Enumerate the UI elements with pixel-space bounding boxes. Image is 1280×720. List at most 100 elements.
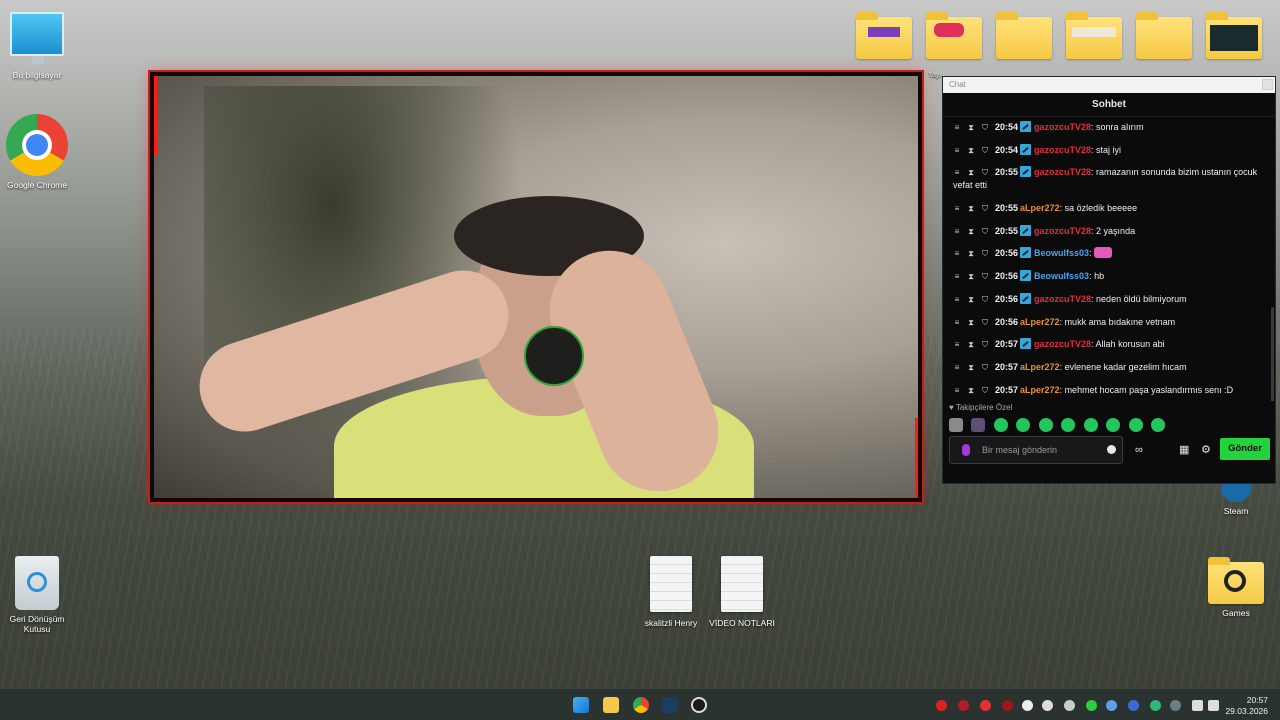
folder-icon[interactable] <box>856 12 912 59</box>
chat-message-list[interactable]: ≡ ⧗ ⛉ 20:54 gazozcuTV28: sonra alırım ≡ ⧗ ⛉ 20:5… <box>943 117 1275 401</box>
gear-icon[interactable]: ⚙ <box>1201 444 1211 456</box>
desktop-icon-chrome[interactable]: Google Chrome <box>0 114 74 190</box>
delete-icon[interactable]: ≡ <box>953 316 961 327</box>
steam-icon[interactable] <box>662 697 678 713</box>
message-username[interactable]: Beowulfss03 <box>1034 271 1089 281</box>
tray-app-icon[interactable] <box>1150 700 1161 711</box>
desktop-icon-recycle-bin[interactable]: Geri Dönüşüm Kutusu <box>0 556 74 634</box>
tray-app-icon[interactable] <box>958 700 969 711</box>
delete-icon[interactable]: ≡ <box>953 121 961 132</box>
folder-icon[interactable] <box>1136 12 1192 59</box>
ban-icon[interactable]: ⛉ <box>981 338 989 349</box>
emote-icon[interactable] <box>1038 417 1053 432</box>
delete-icon[interactable]: ≡ <box>953 225 961 236</box>
message-username[interactable]: aLper272 <box>1020 362 1060 372</box>
folder-icon[interactable] <box>926 12 982 59</box>
chrome-icon[interactable] <box>633 697 649 713</box>
desktop-icon-games[interactable]: Games <box>1199 557 1273 618</box>
ban-icon[interactable]: ⛉ <box>981 316 989 327</box>
message-username[interactable]: aLper272 <box>1020 317 1060 327</box>
delete-icon[interactable]: ≡ <box>953 202 961 213</box>
chat-titlebar[interactable]: Chat <box>943 77 1275 93</box>
tray-app-icon[interactable] <box>1106 700 1117 711</box>
network-icon[interactable] <box>1192 700 1203 711</box>
emote-icon[interactable] <box>1106 417 1121 432</box>
delete-icon[interactable]: ≡ <box>953 144 961 155</box>
timeout-icon[interactable]: ⧗ <box>967 225 975 236</box>
microphone-icon[interactable] <box>962 444 970 456</box>
close-icon[interactable] <box>1262 79 1273 90</box>
delete-icon[interactable]: ≡ <box>953 338 961 349</box>
timeout-icon[interactable]: ⧗ <box>967 144 975 155</box>
taskbar-clock[interactable]: 20:57 29.03.2026 <box>1225 695 1268 717</box>
emote-icon[interactable] <box>1128 417 1143 432</box>
desktop-icon-doc[interactable]: VİDEO NOTLARI <box>705 556 779 628</box>
ban-icon[interactable]: ⛉ <box>981 293 989 304</box>
timeout-icon[interactable]: ⧗ <box>967 316 975 327</box>
message-username[interactable]: gazozcuTV28 <box>1034 226 1091 236</box>
microphone-icon[interactable] <box>1170 700 1181 711</box>
timeout-icon[interactable]: ⧗ <box>967 166 975 177</box>
delete-icon[interactable]: ≡ <box>953 361 961 372</box>
ban-icon[interactable]: ⛉ <box>981 202 989 213</box>
ban-icon[interactable]: ⛉ <box>981 144 989 155</box>
obs-icon[interactable] <box>691 697 707 713</box>
desktop-icon-doc[interactable]: skalitzli Henry <box>634 556 708 628</box>
tray-app-icon[interactable] <box>1022 700 1033 711</box>
emote-icon[interactable] <box>1016 417 1031 432</box>
bluetooth-icon[interactable] <box>1128 700 1139 711</box>
delete-icon[interactable]: ≡ <box>953 293 961 304</box>
timeout-icon[interactable]: ⧗ <box>967 293 975 304</box>
file-explorer-icon[interactable] <box>603 697 619 713</box>
volume-icon[interactable] <box>1208 700 1219 711</box>
tray-app-icon[interactable] <box>936 700 947 711</box>
message-username[interactable]: gazozcuTV28 <box>1034 294 1091 304</box>
emote-icon[interactable] <box>1151 417 1166 432</box>
timeout-icon[interactable]: ⧗ <box>967 202 975 213</box>
tray-app-icon[interactable] <box>1002 700 1013 711</box>
message-username[interactable]: aLper272 <box>1020 385 1060 395</box>
folder-icon[interactable] <box>1066 12 1122 59</box>
ban-icon[interactable]: ⛉ <box>981 247 989 258</box>
tray-app-icon[interactable] <box>1086 700 1097 711</box>
ban-icon[interactable]: ⛉ <box>981 361 989 372</box>
timeout-icon[interactable]: ⧗ <box>967 361 975 372</box>
timeout-icon[interactable]: ⧗ <box>967 384 975 395</box>
message-username[interactable]: gazozcuTV28 <box>1034 145 1091 155</box>
emote-icon[interactable] <box>1061 417 1076 432</box>
link-icon[interactable]: ∞ <box>1135 444 1143 456</box>
message-username[interactable]: Beowulfss03 <box>1034 248 1089 258</box>
store-icon[interactable]: ▦ <box>1179 444 1189 456</box>
ban-icon[interactable]: ⛉ <box>981 384 989 395</box>
scrollbar[interactable] <box>1271 307 1274 401</box>
tray-app-icon[interactable] <box>1042 700 1053 711</box>
emote-icon[interactable] <box>949 417 963 432</box>
tray-app-icon[interactable] <box>980 700 991 711</box>
ban-icon[interactable]: ⛉ <box>981 270 989 281</box>
ban-icon[interactable]: ⛉ <box>981 121 989 132</box>
ban-icon[interactable]: ⛉ <box>981 225 989 236</box>
message-username[interactable]: gazozcuTV28 <box>1034 339 1091 349</box>
emote-icon[interactable] <box>1083 417 1098 432</box>
timeout-icon[interactable]: ⧗ <box>967 121 975 132</box>
chat-message-input[interactable]: Bir mesaj gönderin <box>949 436 1123 464</box>
emote-icon[interactable] <box>971 417 986 432</box>
delete-icon[interactable]: ≡ <box>953 384 961 395</box>
delete-icon[interactable]: ≡ <box>953 247 961 258</box>
delete-icon[interactable]: ≡ <box>953 270 961 281</box>
emote-icon[interactable] <box>993 417 1008 432</box>
ban-icon[interactable]: ⛉ <box>981 166 989 177</box>
message-username[interactable]: gazozcuTV28 <box>1034 122 1091 132</box>
folder-icon[interactable] <box>1206 12 1262 59</box>
timeout-icon[interactable]: ⧗ <box>967 338 975 349</box>
delete-icon[interactable]: ≡ <box>953 166 961 177</box>
desktop-icon-this-pc[interactable]: Bu bilgisayar <box>0 12 74 80</box>
timeout-icon[interactable]: ⧗ <box>967 247 975 258</box>
message-username[interactable]: gazozcuTV28 <box>1034 167 1091 177</box>
send-button[interactable]: Gönder <box>1220 438 1270 460</box>
smiley-icon[interactable] <box>1107 445 1116 454</box>
windows-start-icon[interactable] <box>573 697 589 713</box>
timeout-icon[interactable]: ⧗ <box>967 270 975 281</box>
tray-app-icon[interactable] <box>1064 700 1075 711</box>
message-username[interactable]: aLper272 <box>1020 203 1060 213</box>
